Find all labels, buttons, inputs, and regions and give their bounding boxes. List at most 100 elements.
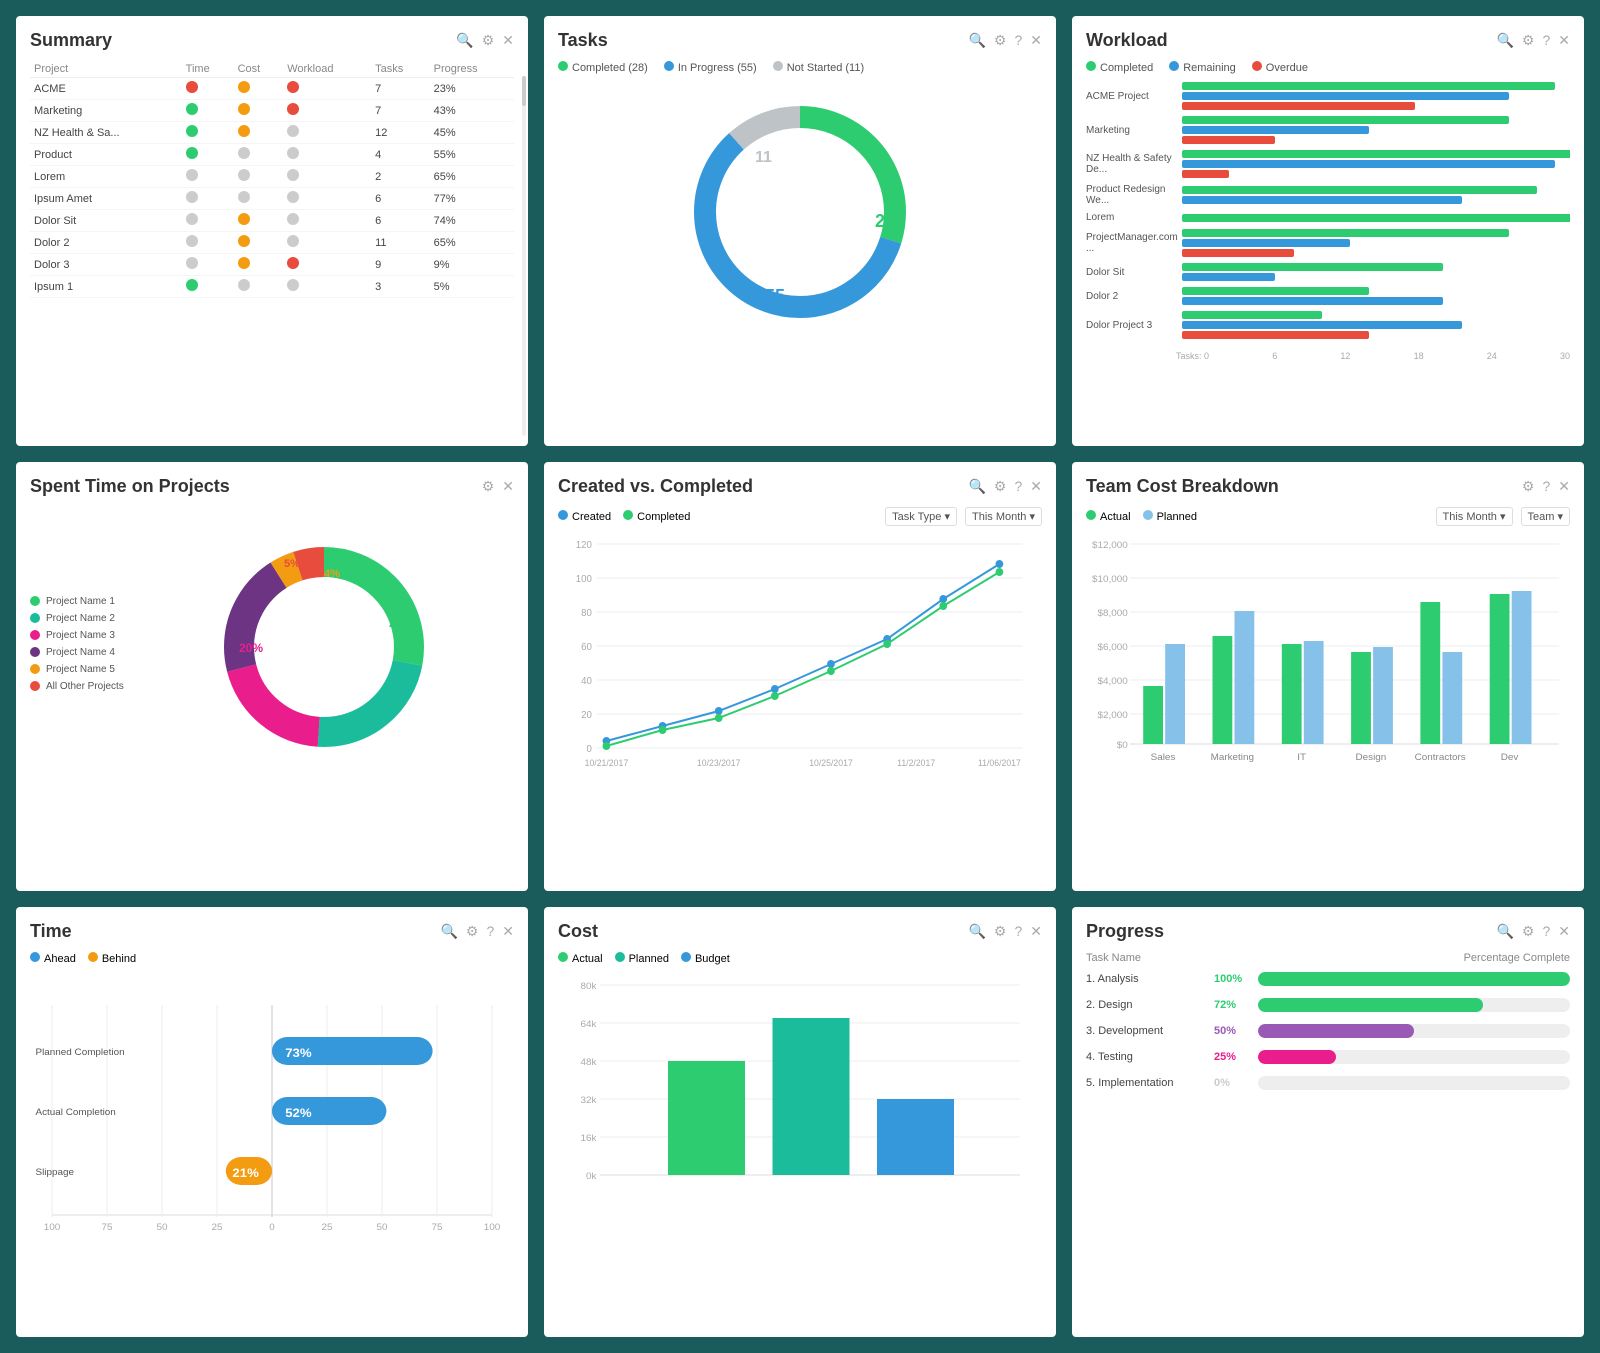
tasks-search-icon[interactable]: 🔍 [968,32,985,49]
summary-cell-project: Product [30,144,182,166]
tcb-close-icon[interactable]: ✕ [1558,478,1570,495]
summary-cell-workload [283,254,371,276]
workload-axis: Tasks: 0 6 12 18 24 30 [1086,351,1570,361]
summary-widget: Summary 🔍 ⚙ ✕ Project Time Cost Workload… [16,16,528,446]
progress-search-icon[interactable]: 🔍 [1496,923,1513,940]
svg-text:$12,000: $12,000 [1092,540,1128,550]
tcb-bar-sales-planned [1165,644,1185,744]
cvc-controls: Created Completed Task Type ▾ This Month… [558,507,1042,526]
svg-text:75: 75 [101,1223,112,1233]
workload-close-icon[interactable]: ✕ [1558,32,1570,49]
svg-text:80k: 80k [581,982,597,992]
col-time: Time [182,61,234,78]
progress-question-icon[interactable]: ? [1542,923,1550,940]
cvc-settings-icon[interactable]: ⚙ [994,478,1007,495]
wl-bar-completed [1182,116,1509,124]
svg-text:100: 100 [44,1223,61,1233]
summary-settings-icon[interactable]: ⚙ [482,32,495,49]
tasks-settings-icon[interactable]: ⚙ [994,32,1007,49]
workload-title: Workload [1086,30,1168,51]
svg-text:25: 25 [321,1223,332,1233]
svg-text:20: 20 [581,710,592,721]
cvc-question-icon[interactable]: ? [1014,478,1022,495]
summary-row: Dolor 3 9 9% [30,254,514,276]
summary-cell-workload [283,78,371,100]
summary-close-icon[interactable]: ✕ [502,32,514,49]
tcb-widget: Team Cost Breakdown ⚙ ? ✕ Actual Planned… [1072,462,1584,892]
wl-bars [1182,311,1570,339]
spent-close-icon[interactable]: ✕ [502,478,514,495]
summary-cell-time [182,232,234,254]
tcb-header: Team Cost Breakdown ⚙ ? ✕ [1086,476,1570,497]
tcb-icons: ⚙ ? ✕ [1522,478,1570,495]
cost-settings-icon[interactable]: ⚙ [994,923,1007,940]
cost-question-icon[interactable]: ? [1014,923,1022,940]
summary-cell-workload [283,188,371,210]
summary-scrollbar[interactable] [522,76,526,436]
time-question-icon[interactable]: ? [486,923,494,940]
spent-legend-label: Project Name 4 [46,647,115,658]
tasks-inprogress-label: 55 [765,286,785,306]
workload-question-icon[interactable]: ? [1542,32,1550,49]
cost-search-icon[interactable]: 🔍 [968,923,985,940]
tcb-bar-dev-actual [1490,594,1510,744]
spent-settings-icon[interactable]: ⚙ [482,478,495,495]
workload-search-icon[interactable]: 🔍 [1496,32,1513,49]
tcb-settings-icon[interactable]: ⚙ [1522,478,1535,495]
wl-name: Product Redesign We... [1086,184,1176,206]
progress-bar-fill [1258,972,1570,986]
tcb-legend-actual: Actual [1086,510,1131,523]
svg-text:$6,000: $6,000 [1098,642,1128,652]
summary-row: Marketing 7 43% [30,100,514,122]
tcb-bar-sales-actual [1143,686,1163,744]
progress-close-icon[interactable]: ✕ [1558,923,1570,940]
spent-color-dot [30,613,40,623]
tcb-svg: $12,000 $10,000 $8,000 $6,000 $4,000 $2,… [1086,534,1570,774]
svg-text:10/21/2017: 10/21/2017 [585,758,629,768]
workload-widget: Workload 🔍 ⚙ ? ✕ Completed Remaining Ove… [1072,16,1584,446]
progress-bar-fill [1258,1024,1414,1038]
workload-settings-icon[interactable]: ⚙ [1522,32,1535,49]
cvc-close-icon[interactable]: ✕ [1030,478,1042,495]
summary-search-icon[interactable]: 🔍 [456,32,473,49]
wl-name: ProjectManager.com ... [1086,232,1176,254]
cvc-thismonth-dropdown[interactable]: This Month ▾ [965,507,1042,526]
cvc-search-icon[interactable]: 🔍 [968,478,985,495]
cost-close-icon[interactable]: ✕ [1030,923,1042,940]
col-project: Project [30,61,182,78]
progress-item: 3. Development 50% [1086,1024,1570,1038]
time-close-icon[interactable]: ✕ [502,923,514,940]
tasks-close-icon[interactable]: ✕ [1030,32,1042,49]
tasks-question-icon[interactable]: ? [1014,32,1022,49]
workload-header: Workload 🔍 ⚙ ? ✕ [1086,30,1570,51]
wl-bars [1182,116,1570,144]
time-settings-icon[interactable]: ⚙ [466,923,479,940]
progress-settings-icon[interactable]: ⚙ [1522,923,1535,940]
progress-item-pct: 72% [1214,999,1250,1011]
time-header: Time 🔍 ⚙ ? ✕ [30,921,514,942]
cvc-dropdowns: Task Type ▾ This Month ▾ [885,507,1042,526]
tcb-question-icon[interactable]: ? [1542,478,1550,495]
summary-cell-progress: 55% [430,144,514,166]
cost-legend-planned: Planned [615,952,669,965]
tcb-team-dropdown[interactable]: Team ▾ [1521,507,1570,526]
progress-bar-bg [1258,1024,1570,1038]
tcb-thismonth-dropdown[interactable]: This Month ▾ [1436,507,1513,526]
svg-text:100: 100 [576,574,593,585]
tasks-donut-container: 11 28 55 [558,82,1042,342]
summary-title: Summary [30,30,112,51]
col-progress: Progress [430,61,514,78]
cvc-tasktype-dropdown[interactable]: Task Type ▾ [885,507,957,526]
progress-item-pct: 0% [1214,1077,1250,1089]
cvc-widget: Created vs. Completed 🔍 ⚙ ? ✕ Created Co… [544,462,1056,892]
time-search-icon[interactable]: 🔍 [440,923,457,940]
svg-text:64k: 64k [581,1020,597,1030]
wl-legend-overdue: Overdue [1252,61,1308,74]
spent-content: Project Name 1Project Name 2Project Name… [30,507,514,787]
summary-icons: 🔍 ⚙ ✕ [456,32,514,49]
summary-cell-progress: 45% [430,122,514,144]
workload-legend: Completed Remaining Overdue [1086,61,1570,74]
summary-cell-cost [234,276,284,298]
col-tasks: Tasks [371,61,430,78]
workload-rows: ACME Project Marketing NZ Health & Safet… [1086,82,1570,345]
